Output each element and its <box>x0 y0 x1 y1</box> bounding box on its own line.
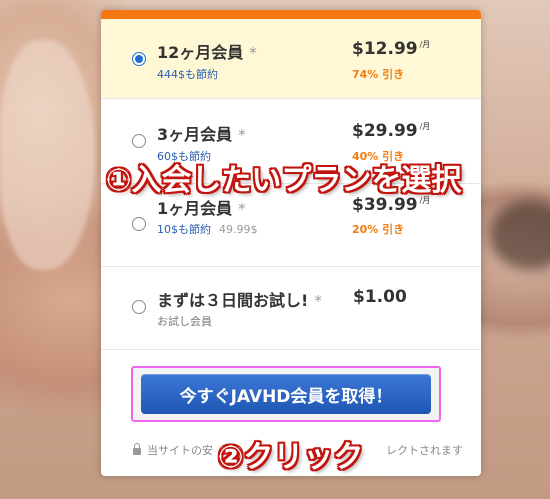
radio-3-month[interactable] <box>132 134 146 148</box>
annotation-step2: ②クリック <box>218 440 364 475</box>
plan-savings: 444$も節約 <box>157 68 218 81</box>
plan-name: まずは３日間お試し! * <box>157 291 322 310</box>
plan-subtext: お試し会員 <box>157 315 212 328</box>
secure-note: 当サイトの安 レクトされます <box>133 442 463 458</box>
radio-12-month[interactable] <box>132 52 146 66</box>
lock-icon <box>133 443 141 455</box>
plan-name: 3ヶ月会員 * <box>157 125 246 144</box>
plan-discount: 20% 引き <box>352 223 405 236</box>
radio-trial[interactable] <box>132 300 146 314</box>
plan-price: $1.00 <box>353 287 407 307</box>
top-accent-bar <box>101 10 481 19</box>
annotation-step1: ①入会したいプランを選択 <box>106 163 462 198</box>
plan-option-12-month[interactable]: 12ヶ月会員 * 444$も節約 $12.99/月 74% 引き <box>101 19 481 99</box>
plan-name: 12ヶ月会員 * <box>157 43 257 62</box>
radio-1-month[interactable] <box>132 217 146 231</box>
plan-discount: 74% 引き <box>352 68 405 81</box>
plan-selection-panel: 12ヶ月会員 * 444$も節約 $12.99/月 74% 引き 3ヶ月会員 * 6… <box>101 10 481 476</box>
plan-savings: 10$も節約 49.99$ <box>157 223 258 236</box>
plan-option-trial[interactable]: まずは３日間お試し! * お試し会員 $1.00 <box>101 267 481 350</box>
plan-price: $12.99/月 <box>352 39 431 59</box>
join-button[interactable]: 今すぐJAVHD会員を取得！ <box>141 374 431 414</box>
cta-highlight: 今すぐJAVHD会員を取得！ <box>131 366 441 422</box>
plan-price: $29.99/月 <box>352 121 431 141</box>
